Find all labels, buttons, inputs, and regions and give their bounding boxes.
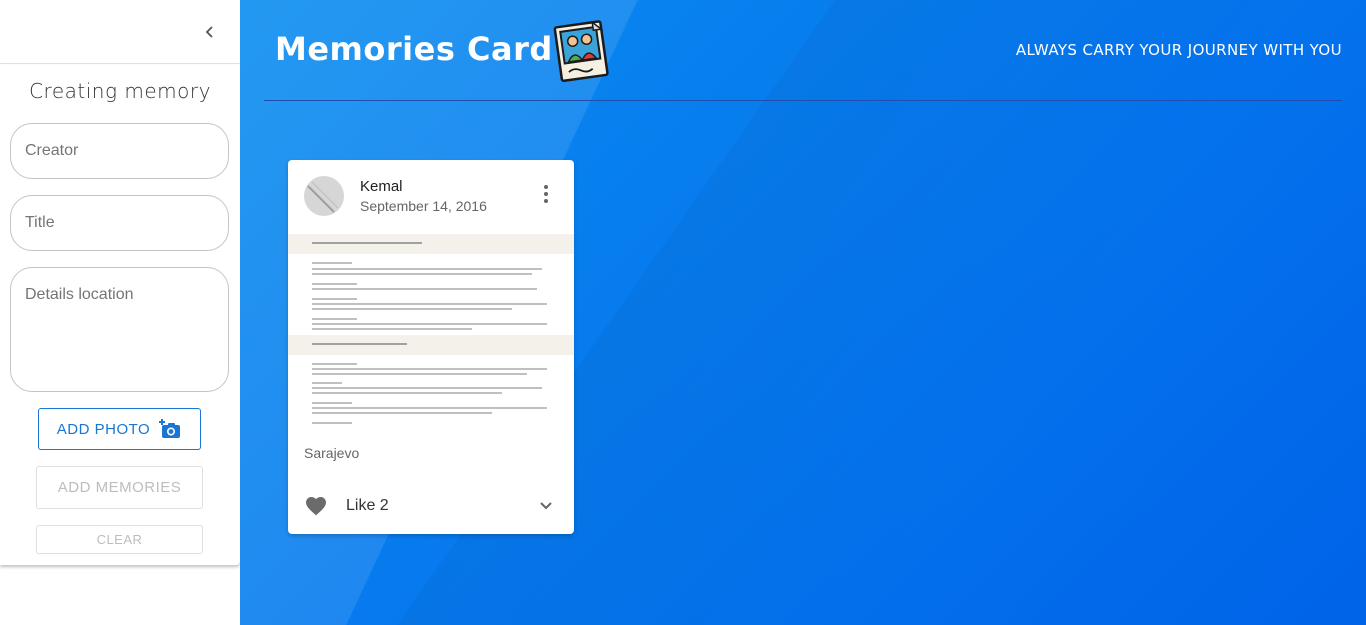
document-text-line: [312, 283, 357, 285]
creator-field: [10, 123, 229, 179]
document-text-line: [312, 422, 352, 424]
like-count[interactable]: Like 2: [346, 497, 389, 515]
document-text-line: [312, 273, 532, 275]
document-text-line: [312, 288, 537, 290]
add-photo-label: ADD PHOTO: [56, 420, 151, 438]
document-text-line: [312, 328, 472, 330]
heart-icon[interactable]: [304, 494, 328, 518]
document-text-line: [312, 382, 342, 384]
expand-button[interactable]: [536, 495, 556, 517]
document-text-line: [312, 308, 512, 310]
document-text-line: [312, 298, 357, 300]
tagline: ALWAYS CARRY YOUR JOURNEY WITH YOU: [1015, 41, 1342, 59]
chevron-down-icon: [540, 502, 552, 510]
sidebar-header: [0, 0, 240, 64]
document-text-line: [312, 373, 527, 375]
clear-button[interactable]: CLEAR: [36, 525, 203, 554]
document-text-line: [312, 412, 492, 414]
document-heading-band: [288, 234, 574, 254]
document-heading-band: [288, 335, 574, 355]
memory-card: Kemal September 14, 2016 Sarajevo Like 2: [288, 160, 574, 534]
document-text-line: [312, 303, 547, 305]
card-location: Sarajevo: [304, 445, 360, 461]
header-divider: [264, 100, 1342, 101]
more-vert-icon-dot: [544, 192, 548, 196]
add-photo-button[interactable]: ADD PHOTO: [38, 408, 201, 450]
broken-image-icon: [307, 181, 339, 213]
document-text-line: [312, 343, 407, 345]
memory-photo: [288, 232, 574, 426]
document-text-line: [312, 387, 542, 389]
document-text-line: [312, 402, 352, 404]
more-options-button[interactable]: [536, 182, 556, 206]
sidebar: Creating memory ADD PHOTO ADD MEMORIES C…: [0, 0, 240, 625]
title-input[interactable]: [11, 196, 228, 250]
avatar: [304, 176, 344, 216]
chevron-left-icon: [205, 26, 213, 38]
creator-input[interactable]: [11, 124, 228, 178]
form-title: Creating memory: [29, 79, 211, 103]
add-memories-button[interactable]: ADD MEMORIES: [36, 466, 203, 509]
document-text-line: [312, 318, 357, 320]
document-text-line: [312, 262, 352, 264]
card-author: Kemal: [360, 178, 403, 195]
collapse-sidebar-button[interactable]: [198, 20, 222, 44]
document-text-line: [312, 368, 547, 370]
document-text-line: [312, 242, 422, 244]
document-text-line: [312, 407, 547, 409]
details-location-input[interactable]: [11, 268, 228, 388]
document-text-line: [312, 268, 542, 270]
document-text-line: [312, 363, 357, 365]
main-area: Memories Card ALWAYS CARRY YOUR JOURNEY …: [240, 0, 1366, 625]
more-vert-icon-dot: [544, 199, 548, 203]
card-date: September 14, 2016: [360, 198, 487, 214]
memories-photo-logo-icon: [553, 20, 609, 82]
title-field: [10, 195, 229, 251]
create-memory-form: Creating memory ADD PHOTO ADD MEMORIES C…: [0, 65, 240, 565]
document-text-line: [312, 392, 502, 394]
document-text-line: [312, 323, 547, 325]
app-title: Memories Card: [275, 30, 553, 68]
more-vert-icon-dot: [544, 185, 548, 189]
details-location-field: [10, 267, 229, 392]
add-camera-icon: [159, 419, 181, 438]
